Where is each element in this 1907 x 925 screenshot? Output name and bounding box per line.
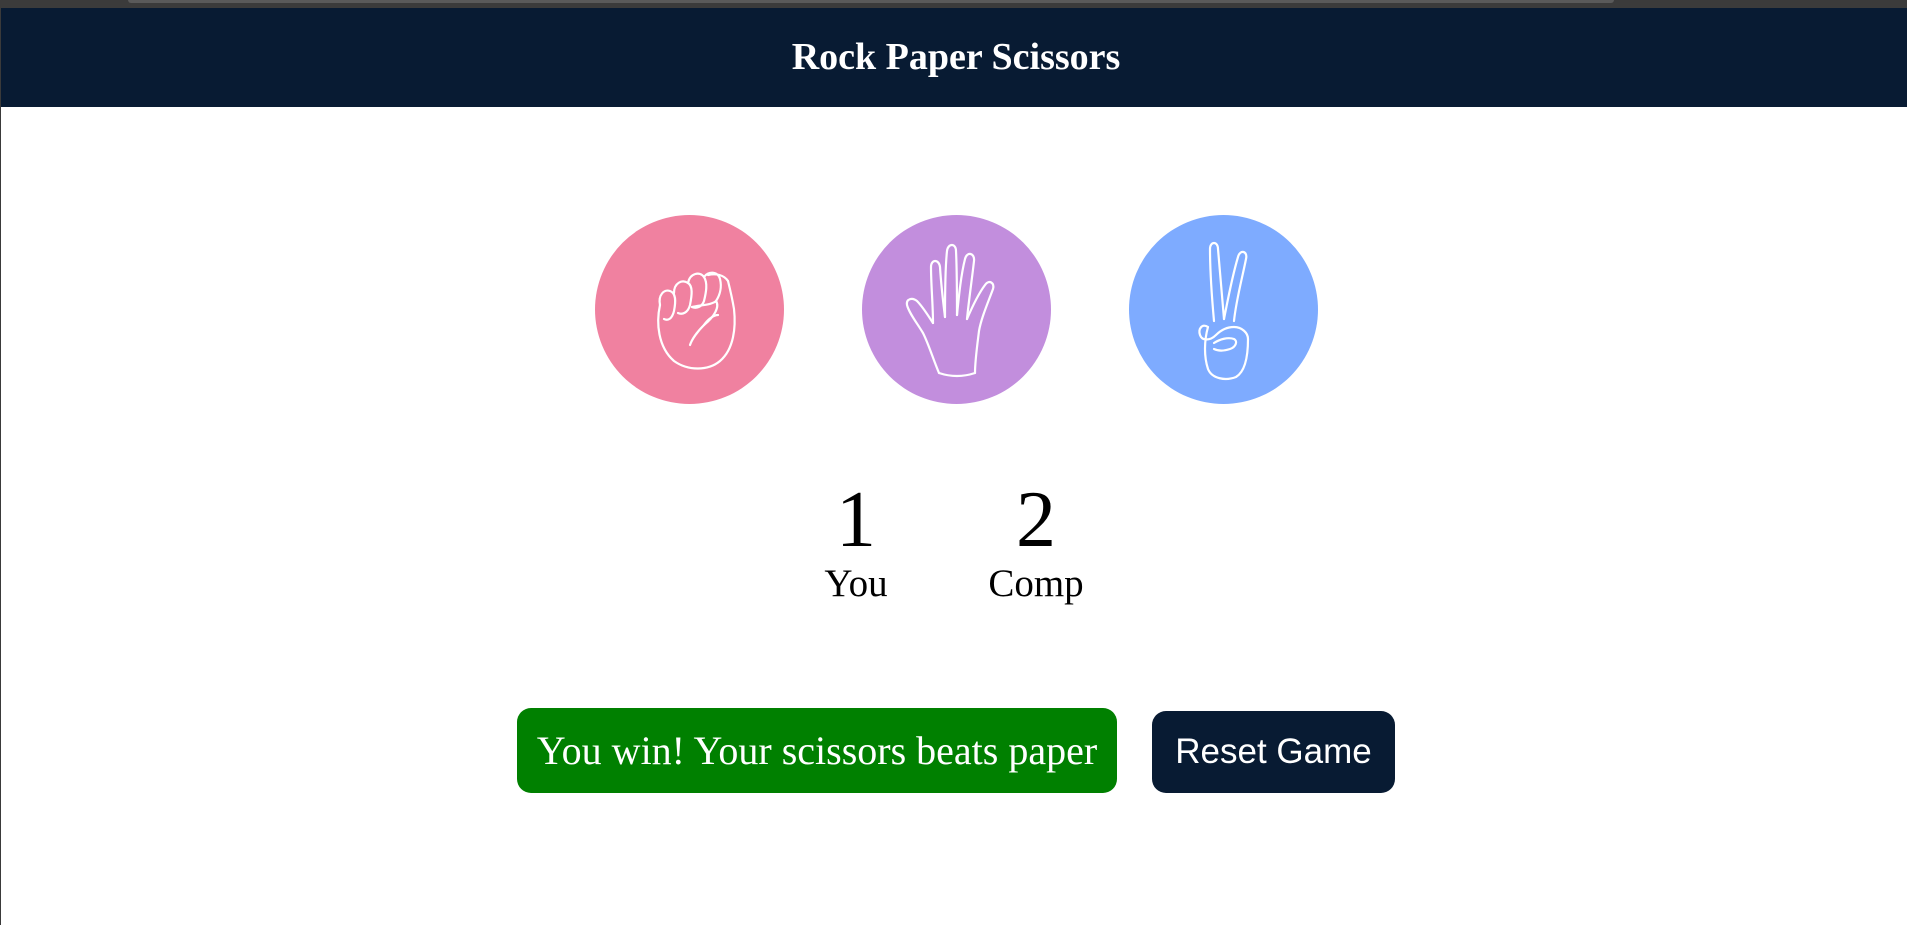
- reset-game-button[interactable]: Reset Game: [1152, 711, 1395, 793]
- paper-choice-button[interactable]: [862, 215, 1051, 404]
- user-score-label: You: [824, 562, 888, 605]
- user-score: 1 You: [806, 480, 906, 606]
- comp-score-label: Comp: [988, 562, 1084, 605]
- user-score-value: 1: [836, 476, 876, 564]
- comp-score: 2 Comp: [971, 480, 1101, 606]
- comp-score-value: 2: [1016, 476, 1056, 564]
- page-title: Rock Paper Scissors: [791, 35, 1121, 78]
- window-top-strip: [0, 0, 1907, 8]
- browser-tab-edge: [128, 0, 1614, 3]
- game-page: Rock Paper Scissors 1 You 2 Comp You win…: [1, 8, 1907, 925]
- rock-choice-button[interactable]: [595, 215, 784, 404]
- peace-sign-icon: [1197, 241, 1249, 380]
- open-hand-icon: [905, 243, 994, 377]
- choices-row: [1, 215, 1907, 404]
- fist-icon: [656, 271, 736, 370]
- scissors-choice-button[interactable]: [1129, 215, 1318, 404]
- result-message: You win! Your scissors beats paper: [517, 708, 1117, 793]
- navbar: Rock Paper Scissors: [1, 8, 1907, 107]
